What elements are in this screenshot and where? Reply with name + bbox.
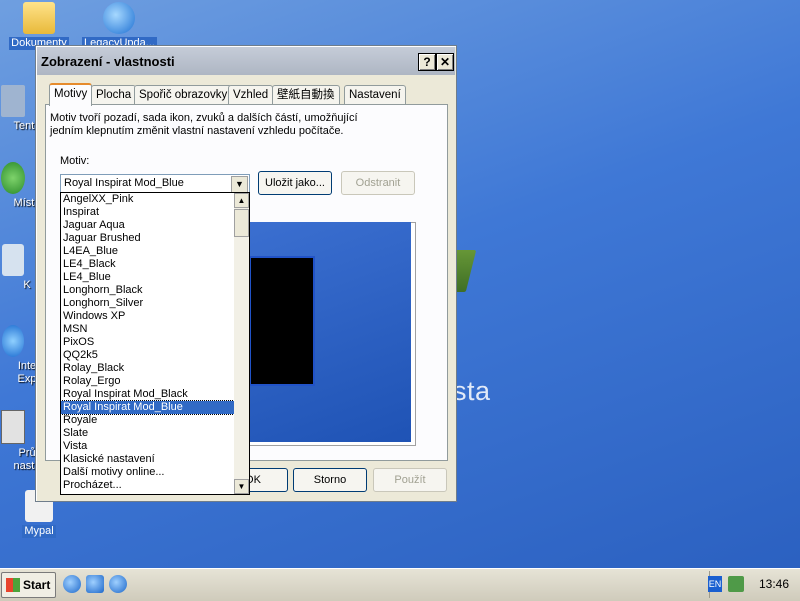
theme-option[interactable]: Inspirat <box>61 206 234 219</box>
desktop-icon-documents[interactable]: Dokumenty <box>2 2 76 50</box>
taskbar: Start EN 13:46 <box>0 568 800 601</box>
theme-select-value: Royal Inspirat Mod_Blue <box>64 177 184 189</box>
scroll-up-icon[interactable]: ▲ <box>234 193 249 208</box>
theme-option[interactable]: MSN <box>61 323 234 336</box>
delete-button[interactable]: Odstranit <box>341 171 415 195</box>
theme-option[interactable]: Procházet... <box>61 479 234 492</box>
tab-settings[interactable]: Nastavení <box>344 85 406 104</box>
desktop-icon-label: Mypal <box>22 525 56 538</box>
close-button[interactable]: ✕ <box>436 53 454 71</box>
theme-option[interactable]: Další motivy online... <box>61 466 234 479</box>
desktop-icon-label: K <box>23 279 31 291</box>
theme-select[interactable]: Royal Inspirat Mod_Blue ▼ <box>60 174 250 194</box>
theme-option[interactable]: QQ2k5 <box>61 349 234 362</box>
window-title: Zobrazení - vlastnosti <box>41 54 175 69</box>
theme-option[interactable]: Slate <box>61 427 234 440</box>
theme-option[interactable]: AngelXX_Pink <box>61 193 234 206</box>
theme-option[interactable]: Royal Inspirat Mod_Black <box>61 388 234 401</box>
system-tray: EN 13:46 <box>708 571 800 598</box>
tab-appearance[interactable]: Vzhled <box>228 85 274 104</box>
cancel-button[interactable]: Storno <box>293 468 367 492</box>
theme-option[interactable]: LE4_Black <box>61 258 234 271</box>
theme-option[interactable]: Royale <box>61 414 234 427</box>
theme-option[interactable]: Royal Inspirat Mod_Blue <box>60 400 235 415</box>
dropdown-scrollbar[interactable]: ▲ ▼ <box>234 193 249 494</box>
apply-button[interactable]: Použít <box>373 468 447 492</box>
themes-description: Motiv tvoří pozadí, sada ikon, zvuků a d… <box>50 112 358 137</box>
theme-option[interactable]: Jaguar Brushed <box>61 232 234 245</box>
start-button[interactable]: Start <box>1 572 56 598</box>
preview-window <box>249 256 315 386</box>
quicklaunch-browser-icon[interactable] <box>109 575 127 593</box>
tab-screensaver[interactable]: Spořič obrazovky <box>134 85 233 104</box>
theme-option[interactable]: L4EA_Blue <box>61 245 234 258</box>
shortcut-icon <box>1 410 25 444</box>
scroll-down-icon[interactable]: ▼ <box>234 479 249 494</box>
theme-option[interactable]: Longhorn_Black <box>61 284 234 297</box>
theme-option[interactable]: Rolay_Black <box>61 362 234 375</box>
theme-label: Motiv: <box>60 155 90 167</box>
save-as-button[interactable]: Uložit jako... <box>258 171 332 195</box>
internet-explorer-icon <box>2 325 24 357</box>
tab-themes[interactable]: Motivy <box>49 83 93 106</box>
theme-option[interactable]: LE4_Blue <box>61 271 234 284</box>
theme-option[interactable]: Klasické nastavení <box>61 453 234 466</box>
update-globe-icon <box>103 2 135 34</box>
theme-option[interactable]: Longhorn_Silver <box>61 297 234 310</box>
theme-option[interactable]: Windows XP <box>61 310 234 323</box>
tray-network-icon[interactable] <box>728 576 744 592</box>
language-indicator[interactable]: EN <box>708 576 722 592</box>
theme-option[interactable]: Jaguar Aqua <box>61 219 234 232</box>
network-globe-icon <box>1 162 25 194</box>
scroll-thumb[interactable] <box>234 209 249 237</box>
theme-option[interactable]: PixOS <box>61 336 234 349</box>
tab-desktop[interactable]: Plocha <box>91 85 137 104</box>
quicklaunch-ie-icon[interactable] <box>63 575 81 593</box>
computer-icon <box>1 85 25 117</box>
title-bar[interactable]: Zobrazení - vlastnosti ? ✕ <box>37 47 455 75</box>
tab-wallpaper-changer[interactable]: 壁紙自動換 <box>272 85 340 104</box>
folder-icon <box>23 2 55 34</box>
desktop-icon-legacy-update[interactable]: LegacyUpda... <box>82 2 157 50</box>
chevron-down-icon[interactable]: ▼ <box>231 176 248 193</box>
theme-dropdown-list[interactable]: AngelXX_Pink Inspirat Jaguar Aqua Jaguar Br… <box>60 192 250 495</box>
start-label: Start <box>23 578 51 592</box>
theme-option[interactable]: Rolay_Ergo <box>61 375 234 388</box>
recycle-bin-icon <box>2 244 24 276</box>
theme-options: AngelXX_Pink Inspirat Jaguar Aqua Jaguar Br… <box>60 193 235 492</box>
theme-option[interactable]: Vista <box>61 440 234 453</box>
clock: 13:46 <box>758 577 789 591</box>
windows-logo-icon <box>6 578 20 592</box>
help-button[interactable]: ? <box>418 53 436 71</box>
quicklaunch-outlook-icon[interactable] <box>86 575 104 593</box>
wallpaper-text: sta <box>453 376 491 406</box>
